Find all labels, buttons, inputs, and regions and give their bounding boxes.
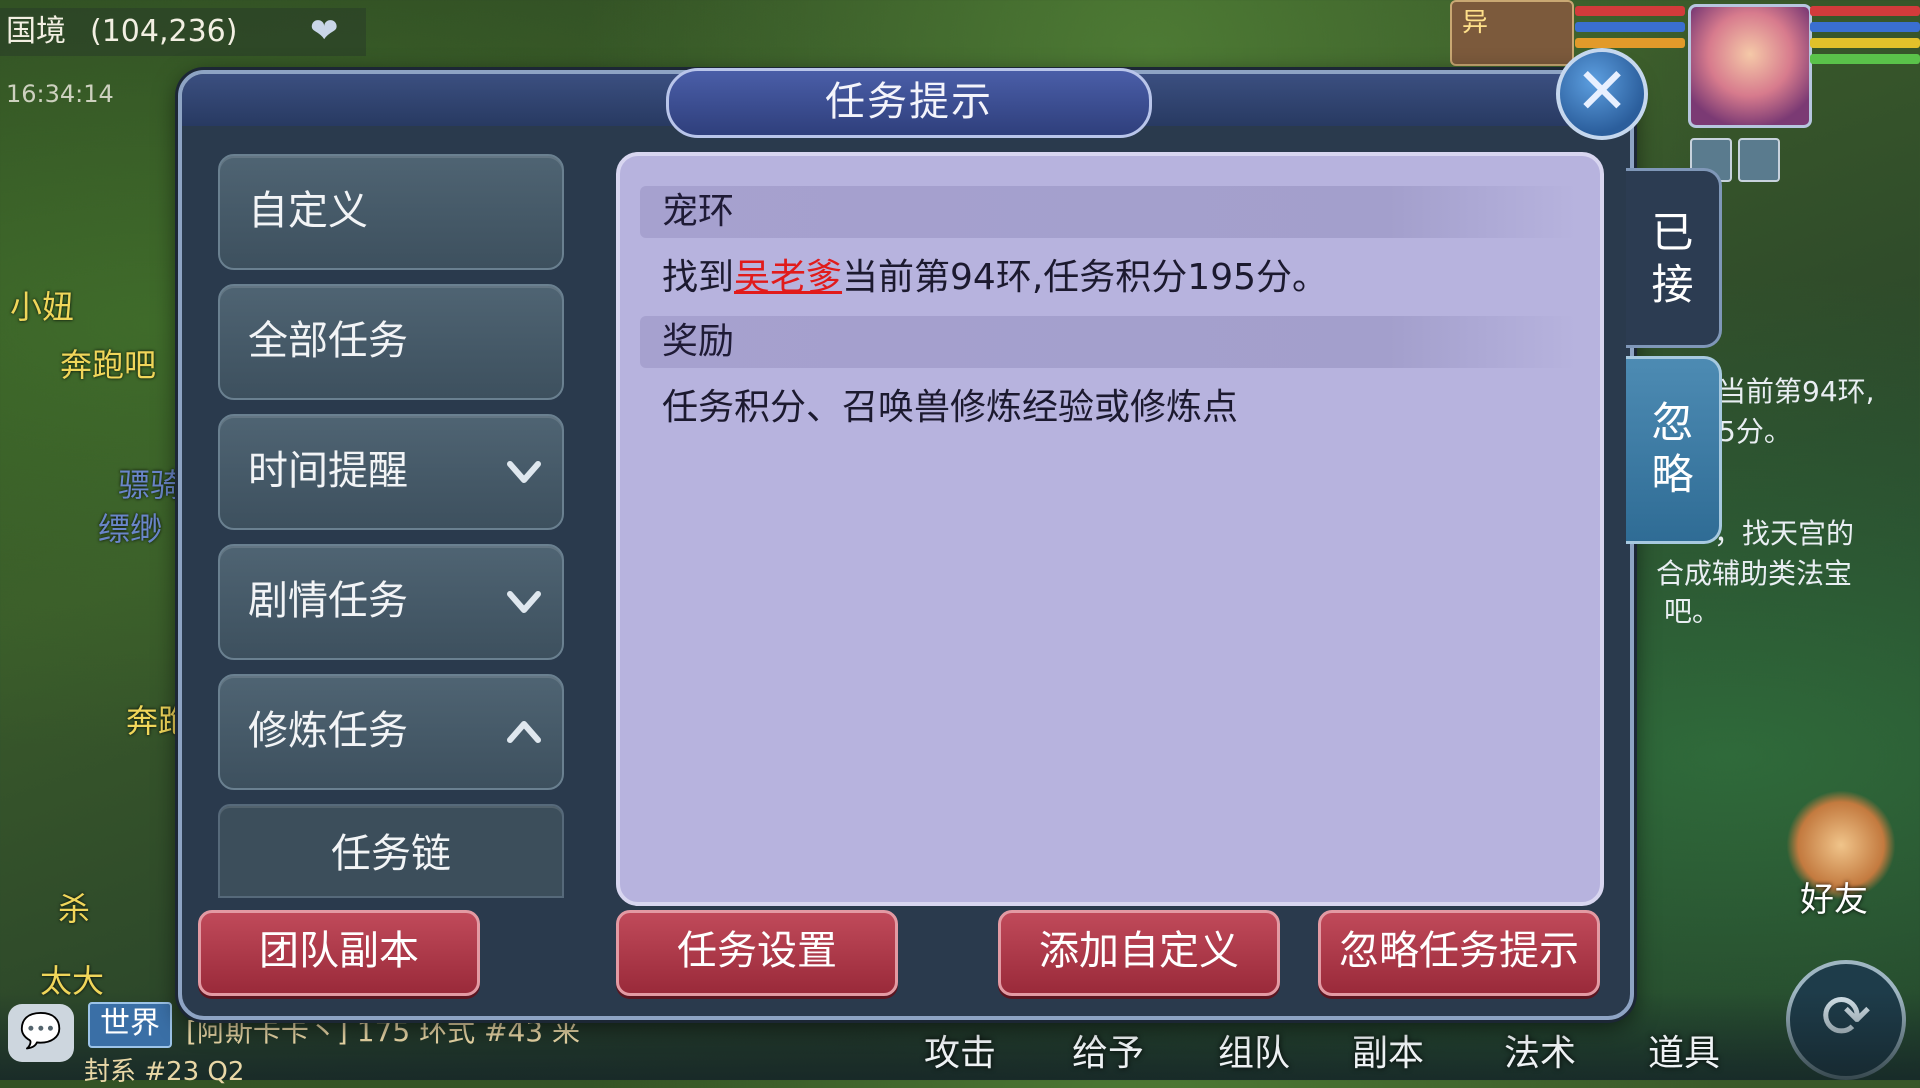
menu-item-all-tasks[interactable]: 全部任务 [218, 284, 564, 400]
add-custom-button[interactable]: 添加自定义 [998, 910, 1280, 996]
tab-label: 略 [1651, 450, 1694, 499]
player-avatar[interactable] [1688, 4, 1812, 128]
submenu-item-task-chain[interactable]: 任务链 [218, 804, 564, 898]
task-text-suffix: 当前第94环,任务积分195分。 [842, 257, 1328, 298]
tab-label: 接 [1651, 260, 1694, 309]
chevron-up-icon [507, 721, 541, 743]
reward-description: 任务积分、召唤兽修炼经验或修炼点 [662, 387, 1239, 428]
menu-item-label: 全部任务 [248, 318, 408, 364]
chevron-down-icon [507, 591, 541, 613]
player-mp-bar [1810, 22, 1920, 32]
heart-icon[interactable]: ❤ [310, 14, 354, 48]
player-hp-bar [1810, 6, 1920, 16]
menu-item-cultivation-tasks[interactable]: 修炼任务 [218, 674, 564, 790]
npc-link[interactable]: 吴老爹 [734, 257, 842, 298]
submenu-item-label: 任务链 [331, 831, 451, 877]
task-tracker[interactable]: 当前第94环, 5分。 ，找天宫的 合成辅助类法宝 吧。 [1656, 250, 1918, 810]
tracker-text: 5分。 [1718, 415, 1792, 448]
pet-mp-bar [1575, 22, 1685, 32]
world-player-name[interactable]: 小妞 [10, 282, 74, 328]
world-player-name[interactable]: 杀 [58, 884, 90, 930]
tracker-text: 当前第94环, [1718, 375, 1875, 408]
pet-status-bars [1575, 6, 1685, 54]
action-dungeon[interactable]: 副本 [1352, 1024, 1424, 1076]
team-dungeon-button[interactable]: 团队副本 [198, 910, 480, 996]
world-player-name[interactable]: 缥缈 [98, 504, 162, 550]
task-hint-dialog: 任务提示 ✕ 自定义 全部任务 时间提醒 剧情任务 修炼任务 任务链 宠环 找到… [178, 48, 1722, 1020]
world-player-name[interactable]: 奔跑吧 [60, 340, 156, 386]
task-category-menu: 自定义 全部任务 时间提醒 剧情任务 修炼任务 任务链 [218, 154, 564, 912]
player-anger-bar [1810, 38, 1920, 48]
menu-item-label: 修炼任务 [248, 708, 408, 754]
menu-item-time-reminder[interactable]: 时间提醒 [218, 414, 564, 530]
location-coords: (104,236) [90, 14, 238, 49]
tab-label: 已 [1651, 208, 1694, 257]
tab-label: 忽 [1651, 398, 1694, 447]
world-player-name[interactable]: 骠骑 [118, 460, 182, 506]
tracker-text: 合成辅助类法宝 [1656, 557, 1853, 590]
menu-item-story-tasks[interactable]: 剧情任务 [218, 544, 564, 660]
task-text-prefix: 找到 [662, 257, 735, 298]
status-icon-label: 异 [1462, 8, 1489, 38]
status-icon[interactable]: 异 [1450, 0, 1574, 66]
buff-icon[interactable] [1738, 138, 1780, 182]
action-give[interactable]: 给予 [1072, 1024, 1144, 1076]
tab-ignored[interactable]: 忽 略 [1626, 356, 1722, 544]
task-settings-button[interactable]: 任务设置 [616, 910, 898, 996]
close-icon[interactable]: ✕ [1556, 48, 1648, 140]
chevron-down-icon [507, 461, 541, 483]
chat-bubble-icon[interactable]: 💬 [8, 1004, 74, 1062]
task-heading: 宠环 [640, 186, 1576, 238]
pet-exp-bar [1575, 38, 1685, 48]
tab-accepted[interactable]: 已 接 [1626, 168, 1722, 348]
task-detail-panel: 宠环 找到吴老爹当前第94环,任务积分195分。 奖励 任务积分、召唤兽修炼经验… [616, 152, 1604, 906]
menu-item-label: 自定义 [248, 188, 368, 234]
menu-item-label: 剧情任务 [248, 578, 408, 624]
friend-button-label[interactable]: 好友 [1800, 872, 1868, 921]
menu-item-custom[interactable]: 自定义 [218, 154, 564, 270]
player-exp-bar [1810, 54, 1920, 64]
menu-item-label: 时间提醒 [248, 448, 408, 494]
chat-message[interactable]: 封系 #23 Q2 [84, 1051, 244, 1088]
reward-heading: 奖励 [640, 316, 1576, 368]
action-attack[interactable]: 攻击 [924, 1024, 996, 1076]
chat-channel-badge[interactable]: 世界 [88, 1002, 172, 1048]
tracker-text: ，找天宫的 [1714, 517, 1855, 550]
action-items[interactable]: 道具 [1648, 1024, 1720, 1076]
ignore-task-hint-button[interactable]: 忽略任务提示 [1318, 910, 1600, 996]
action-magic[interactable]: 法术 [1504, 1024, 1576, 1076]
action-team[interactable]: 组队 [1218, 1024, 1290, 1076]
player-status-bars [1810, 6, 1920, 70]
dialog-title: 任务提示 [666, 68, 1152, 138]
location-name: 国境 [6, 14, 66, 49]
task-description: 找到吴老爹当前第94环,任务积分195分。 [662, 248, 1328, 300]
tracker-text: 吧。 [1664, 595, 1721, 628]
game-clock: 16:34:14 [6, 80, 114, 108]
pet-hp-bar [1575, 6, 1685, 16]
